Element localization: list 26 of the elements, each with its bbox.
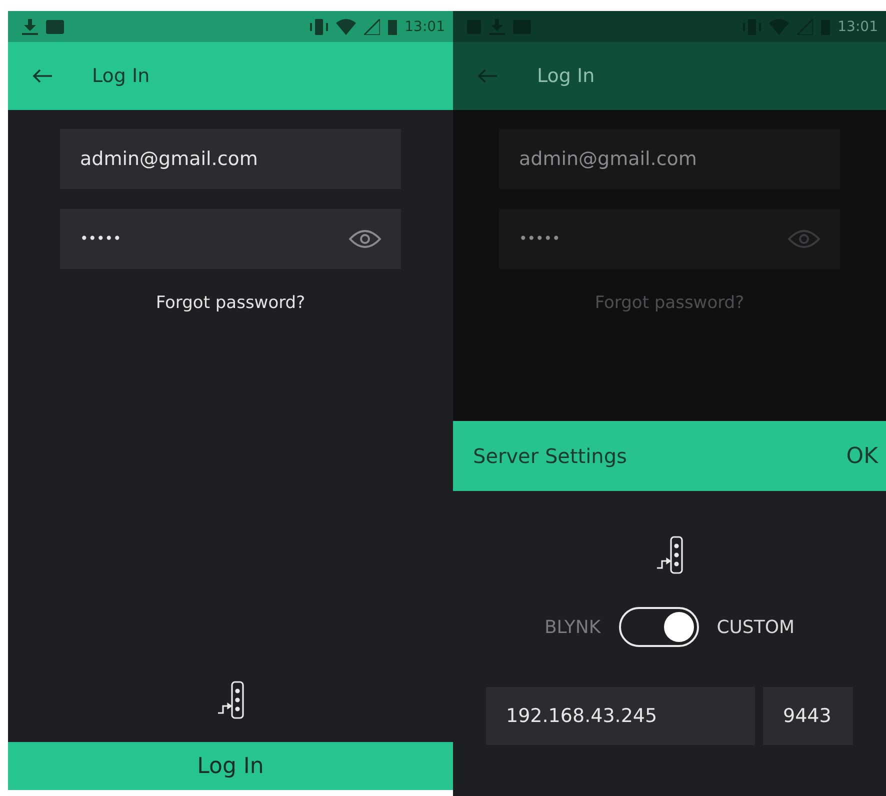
email-field[interactable]: admin@gmail.com [499,129,840,189]
vibrate-icon [310,18,328,34]
download-icon [22,18,38,34]
dialog-title: Server Settings [473,444,627,468]
video-icon [46,20,64,34]
toggle-label: BLYNK [544,616,601,638]
password-field[interactable]: ••••• [499,209,840,269]
back-arrow-icon[interactable] [32,68,52,84]
ok-button[interactable]: OK [842,440,882,472]
wifi-icon [336,18,356,34]
server-toggle[interactable] [618,607,699,647]
status-time: 13:01 [404,18,445,34]
battery-icon [388,18,397,34]
toggle-label: CUSTOM [716,616,795,638]
app-bar-title: Log In [92,65,150,87]
forgot-password-link[interactable]: Forgot password? [156,293,306,313]
server-icon [216,680,244,720]
email-field[interactable]: admin@gmail.com [60,129,401,189]
log-in-button[interactable]: Log In [8,742,453,790]
port-field[interactable]: 9443 [763,687,853,745]
status-time: 13:01 [838,18,878,34]
password-field[interactable]: ••••• [60,209,401,269]
eye-icon[interactable] [349,229,381,249]
server-icon [656,535,684,575]
host-field[interactable]: 192.168.43.245 [486,687,755,745]
app-bar-title: Log In [537,65,595,87]
